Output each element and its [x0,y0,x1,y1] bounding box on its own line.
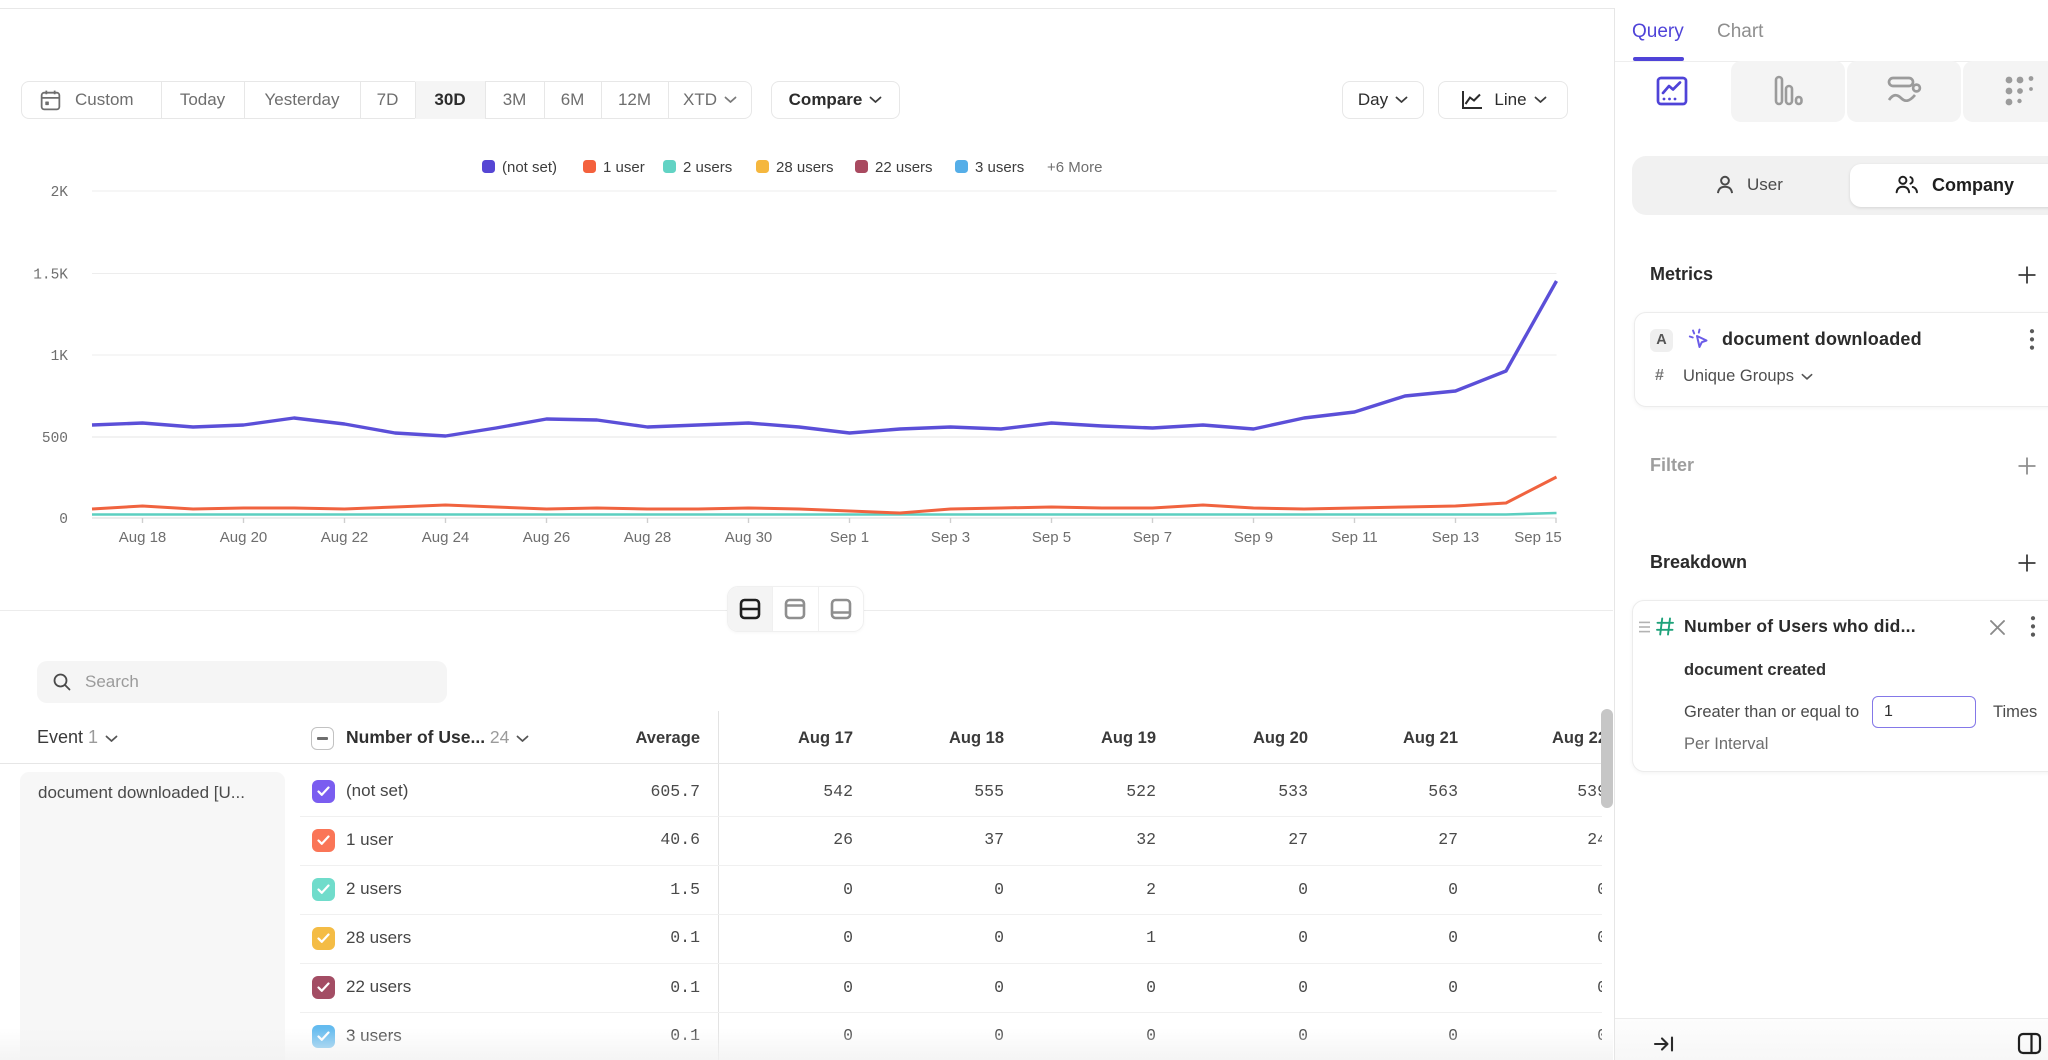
svg-text:Sep 15: Sep 15 [1514,529,1562,546]
svg-text:1K: 1K [51,349,69,365]
svg-text:Aug 28: Aug 28 [624,529,672,546]
svg-text:500: 500 [42,431,68,447]
svg-text:Aug 22: Aug 22 [321,529,369,546]
svg-text:Sep 7: Sep 7 [1133,529,1172,546]
svg-text:1.5K: 1.5K [33,268,68,284]
svg-text:Aug 20: Aug 20 [220,529,268,546]
svg-text:Sep 3: Sep 3 [931,529,970,546]
svg-text:Aug 26: Aug 26 [523,529,571,546]
svg-text:Sep 5: Sep 5 [1032,529,1071,546]
svg-text:0: 0 [59,512,68,528]
svg-text:Sep 11: Sep 11 [1331,529,1377,546]
svg-text:Aug 24: Aug 24 [422,529,470,546]
svg-text:2K: 2K [51,185,69,201]
svg-text:Sep 1: Sep 1 [830,529,869,546]
svg-text:Sep 13: Sep 13 [1432,529,1480,546]
svg-text:Aug 18: Aug 18 [119,529,167,546]
svg-text:Sep 9: Sep 9 [1234,529,1273,546]
svg-text:Aug 30: Aug 30 [725,529,773,546]
